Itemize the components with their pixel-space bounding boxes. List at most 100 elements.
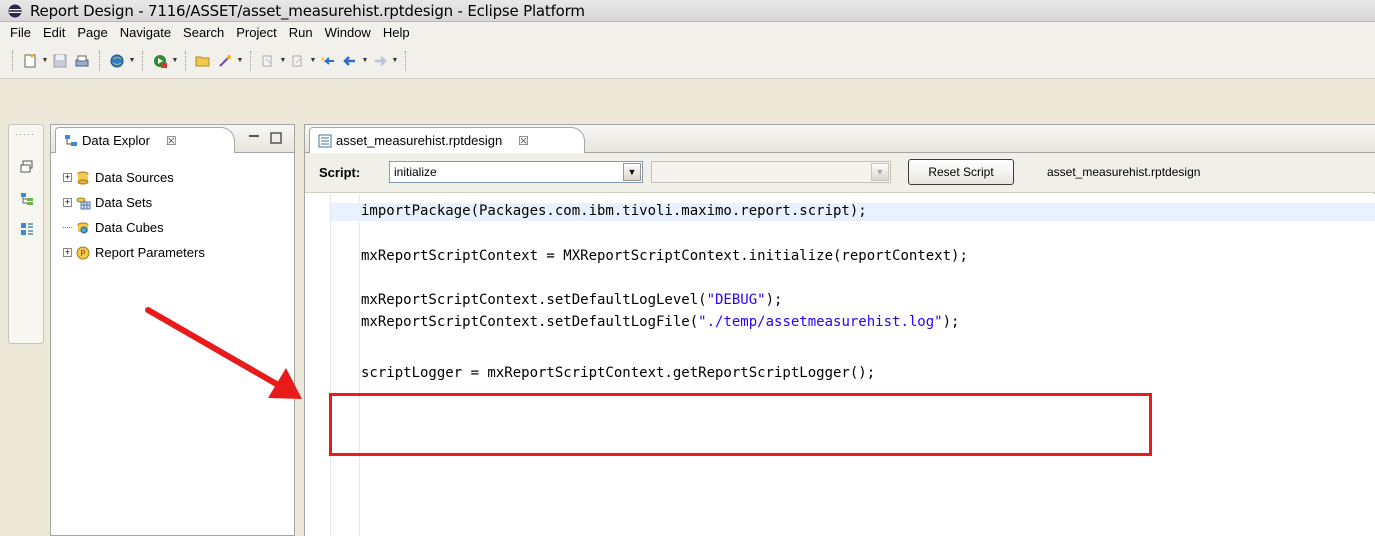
dataset-icon bbox=[76, 197, 91, 209]
menu-search[interactable]: Search bbox=[177, 25, 230, 40]
next-annotation-dropdown-icon[interactable]: ▼ bbox=[279, 50, 287, 72]
script-editor: asset_measurehist.rptdesign ☒ Script: in… bbox=[304, 124, 1375, 536]
wand-icon[interactable] bbox=[214, 50, 236, 72]
code-string: "./temp/assetmeasurehist.log" bbox=[698, 314, 943, 330]
data-explorer-header: Data Explor ☒ bbox=[51, 125, 294, 153]
report-file-name: asset_measurehist.rptdesign bbox=[1047, 165, 1201, 179]
code-line-2: mxReportScriptContext = MXReportScriptCo… bbox=[361, 248, 968, 264]
tree-label: Data Sets bbox=[95, 195, 153, 210]
web-preview-icon[interactable] bbox=[106, 50, 128, 72]
menu-bar: File Edit Page Navigate Search Project R… bbox=[0, 22, 1375, 43]
menu-page[interactable]: Page bbox=[71, 25, 113, 40]
run-dropdown-icon[interactable]: ▼ bbox=[171, 50, 179, 72]
annotation-arrow bbox=[145, 307, 302, 399]
editor-line-guide bbox=[359, 194, 360, 536]
tab-asset-measurehist[interactable]: asset_measurehist.rptdesign ☒ bbox=[309, 127, 585, 153]
tree-item-data-sets[interactable]: + Data Sets bbox=[63, 190, 205, 215]
script-event-select[interactable]: initialize ▼ bbox=[389, 161, 643, 183]
annotation-highlight-box bbox=[329, 393, 1152, 456]
script-label: Script: bbox=[319, 165, 361, 180]
save-icon[interactable] bbox=[49, 50, 71, 72]
parameter-icon: P bbox=[76, 246, 90, 259]
menu-edit[interactable]: Edit bbox=[37, 25, 71, 40]
back-dropdown-icon[interactable]: ▼ bbox=[361, 50, 369, 72]
editor-tab-header: asset_measurehist.rptdesign ☒ bbox=[305, 125, 1375, 153]
tab-data-explorer-label: Data Explor bbox=[82, 133, 150, 148]
code-text: mxReportScriptContext.setDefaultLogFile( bbox=[361, 314, 699, 330]
tab-asset-measurehist-label: asset_measurehist.rptdesign bbox=[336, 133, 503, 148]
code-text: mxReportScriptContext.setDefaultLogLevel… bbox=[361, 292, 707, 308]
code-text: ); bbox=[942, 314, 960, 330]
back-icon[interactable] bbox=[339, 50, 361, 72]
web-preview-dropdown-icon[interactable]: ▼ bbox=[128, 50, 136, 72]
new-file-dropdown-icon[interactable]: ▼ bbox=[41, 50, 49, 72]
code-line-1: importPackage(Packages.com.ibm.tivoli.ma… bbox=[331, 203, 1375, 221]
palette-view-icon[interactable] bbox=[19, 221, 35, 237]
strip-grip-icon[interactable]: ····· bbox=[15, 129, 35, 139]
close-icon[interactable]: ☒ bbox=[518, 134, 529, 148]
window-title: Report Design - 7116/ASSET/asset_measure… bbox=[30, 1, 585, 20]
side-strip: ····· bbox=[8, 124, 44, 344]
menu-navigate[interactable]: Navigate bbox=[114, 25, 177, 40]
tree-item-data-sources[interactable]: + Data Sources bbox=[63, 165, 205, 190]
tree-item-data-cubes[interactable]: Data Cubes bbox=[63, 215, 205, 240]
main-toolbar: ▼ ▼ ▼ ▼ ▼ ▼ ▼ ▼ bbox=[0, 43, 1375, 79]
forward-icon[interactable] bbox=[369, 50, 391, 72]
toolbar-separator bbox=[99, 50, 100, 71]
eclipse-icon bbox=[8, 4, 22, 17]
toolbar-separator bbox=[142, 50, 143, 71]
expand-icon[interactable]: + bbox=[63, 198, 72, 207]
expand-icon[interactable]: + bbox=[63, 248, 72, 257]
outline-view-icon[interactable] bbox=[19, 191, 35, 207]
restore-icon[interactable] bbox=[19, 159, 35, 175]
code-line-5: scriptLogger = mxReportScriptContext.get… bbox=[361, 365, 876, 381]
minimize-icon[interactable] bbox=[247, 131, 261, 145]
tree-label: Report Parameters bbox=[95, 245, 205, 260]
script-bar: Script: initialize ▼ ▼ Reset Script asse… bbox=[305, 153, 1375, 193]
toolbar-separator bbox=[405, 50, 406, 71]
next-annotation-icon[interactable] bbox=[257, 50, 279, 72]
data-explorer-tree: + Data Sources + Data Sets Data Cubes + … bbox=[63, 165, 205, 265]
tree-label: Data Cubes bbox=[95, 220, 164, 235]
menu-file[interactable]: File bbox=[4, 25, 37, 40]
tab-data-explorer[interactable]: Data Explor ☒ bbox=[55, 127, 235, 153]
reset-script-button[interactable]: Reset Script bbox=[908, 159, 1014, 185]
tree-label: Data Sources bbox=[95, 170, 174, 185]
menu-help[interactable]: Help bbox=[377, 25, 416, 40]
chevron-down-icon[interactable]: ▼ bbox=[623, 163, 641, 181]
tree-item-report-parameters[interactable]: + P Report Parameters bbox=[63, 240, 205, 265]
new-file-icon[interactable] bbox=[19, 50, 41, 72]
prev-annotation-dropdown-icon[interactable]: ▼ bbox=[309, 50, 317, 72]
open-folder-icon[interactable] bbox=[192, 50, 214, 72]
last-edit-icon[interactable] bbox=[317, 50, 339, 72]
database-icon bbox=[77, 171, 89, 184]
code-text: ); bbox=[765, 292, 783, 308]
menu-window[interactable]: Window bbox=[319, 25, 377, 40]
code-editor[interactable]: importPackage(Packages.com.ibm.tivoli.ma… bbox=[305, 194, 1375, 536]
toolbar-separator bbox=[12, 50, 13, 71]
cube-icon bbox=[77, 222, 89, 233]
run-icon[interactable] bbox=[149, 50, 171, 72]
prev-annotation-icon[interactable] bbox=[287, 50, 309, 72]
method-select: ▼ bbox=[651, 161, 891, 183]
expand-icon[interactable]: + bbox=[63, 173, 72, 182]
code-string: "DEBUG" bbox=[706, 292, 766, 308]
close-icon[interactable]: ☒ bbox=[166, 134, 177, 148]
data-explorer-icon bbox=[65, 134, 77, 146]
forward-dropdown-icon[interactable]: ▼ bbox=[391, 50, 399, 72]
script-event-value: initialize bbox=[394, 165, 437, 179]
chevron-down-icon: ▼ bbox=[871, 163, 889, 181]
menu-run[interactable]: Run bbox=[283, 25, 319, 40]
title-bar: Report Design - 7116/ASSET/asset_measure… bbox=[0, 0, 1375, 22]
tree-connector bbox=[63, 227, 72, 228]
svg-text:P: P bbox=[80, 249, 85, 258]
code-line-3: mxReportScriptContext.setDefaultLogLevel… bbox=[361, 292, 782, 310]
toolbar-separator bbox=[185, 50, 186, 71]
code-line-4: mxReportScriptContext.setDefaultLogFile(… bbox=[361, 314, 959, 332]
print-icon[interactable] bbox=[71, 50, 93, 72]
menu-project[interactable]: Project bbox=[230, 25, 282, 40]
toolbar-separator bbox=[250, 50, 251, 71]
report-file-icon bbox=[318, 134, 332, 147]
maximize-icon[interactable] bbox=[269, 131, 283, 145]
wand-dropdown-icon[interactable]: ▼ bbox=[236, 50, 244, 72]
